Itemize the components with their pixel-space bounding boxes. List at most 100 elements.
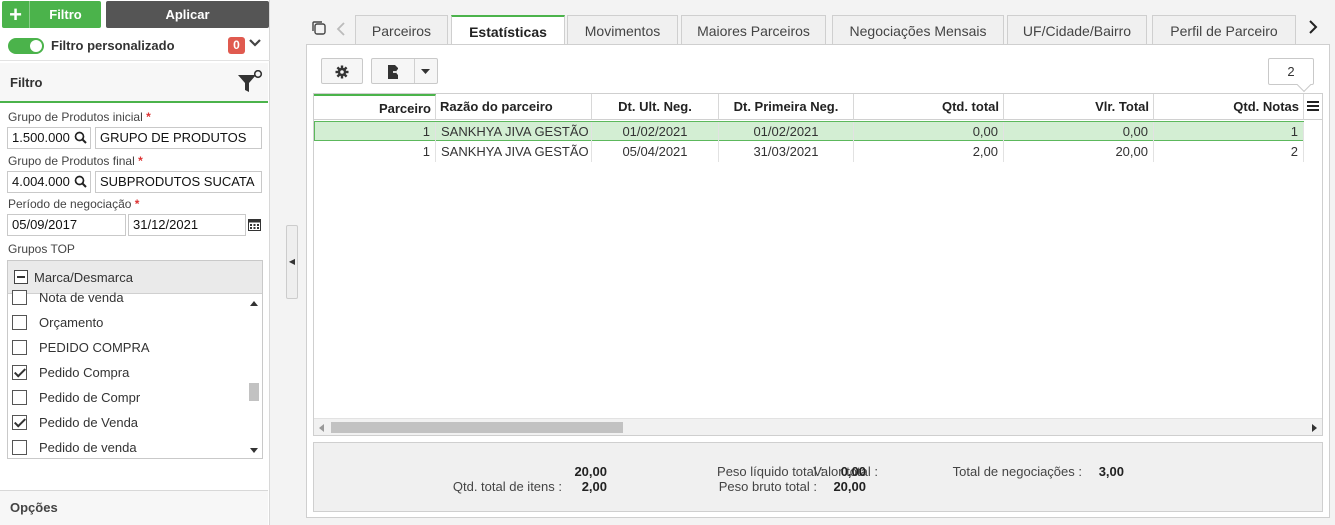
grupo-top-item[interactable]: Pedido de venda [12,435,137,458]
grupo-top-item-label: Pedido Compra [39,365,130,380]
tab-estat-sticas[interactable]: Estatísticas [451,15,565,45]
table-cell: 0,00 [1004,122,1154,142]
export-file-icon [388,65,402,79]
caret-down-icon [421,69,430,74]
table-cell: 01/02/2021 [592,122,719,142]
tab-perfil-de-parceiro[interactable]: Perfil de Parceiro [1152,15,1296,44]
peso-bruto-label: Peso bruto total : [718,479,817,494]
chevron-down-icon[interactable] [248,36,262,53]
table-cell: 1 [314,142,436,162]
filtro-section-header: Filtro [0,63,268,103]
table-cell: 31/03/2021 [719,142,854,162]
checkbox-checked[interactable] [12,365,27,380]
scrollbar-thumb[interactable] [249,383,259,401]
periodo-start-field[interactable]: 05/09/2017 [7,214,126,236]
grupo-final-code-field[interactable]: 4.004.000 [7,171,91,193]
checkbox[interactable] [12,440,27,455]
grupo-inicial-name-field: GRUPO DE PRODUTOS [95,127,262,149]
table-cell: 05/04/2021 [592,142,719,162]
checkbox-checked[interactable] [12,415,27,430]
opcoes-label: Opções [10,500,58,515]
periodo-end-field[interactable]: 31/12/2021 [128,214,246,236]
grid-horizontal-scrollbar[interactable] [314,418,1322,435]
table-cell: SANKHYA JIVA GESTÃO [436,142,592,162]
grupo-top-item-label: Pedido de venda [39,440,137,455]
statistics-grid: Parceiro Razão do parceiro Dt. Ult. Neg. Dt… [313,93,1323,436]
filtro-personalizado-toggle[interactable] [8,37,44,54]
search-icon[interactable] [74,130,87,148]
checkbox[interactable] [12,290,27,305]
grupo-top-item-label: Pedido de Venda [39,415,139,430]
list-scrollbar[interactable] [248,295,260,458]
tab-movimentos[interactable]: Movimentos [567,15,678,44]
column-header[interactable]: Parceiro [314,94,436,120]
peso-liquido-label: Peso líquido total : [717,464,824,479]
peso-liquido-value: 0,00 [840,464,866,479]
grupos-top-label: Grupos TOP [8,242,75,256]
checkbox[interactable] [12,390,27,405]
column-header[interactable]: Qtd. Notas [1154,94,1304,120]
valor-total-value: 20,00 [574,464,607,479]
grupo-top-item[interactable]: Nota de venda [12,285,124,310]
filter-count-badge: 0 [228,37,245,54]
grupo-inicial-code-field[interactable]: 1.500.000 [7,127,91,149]
checkbox[interactable] [12,315,27,330]
chevron-left-icon[interactable] [336,22,346,39]
settings-button[interactable] [321,58,363,84]
tab-parceiros[interactable]: Parceiros [355,15,448,44]
grupo-final-name-field: SUBPRODUTOS SUCATA [95,171,262,193]
grupo-inicial-code: 1.500.000 [12,130,70,145]
filtro-button-label: Filtro [49,7,82,22]
table-cell: SANKHYA JIVA GESTÃO [436,122,592,142]
filter-panel: + Filtro Aplicar Filtro personalizado 0 … [0,0,270,525]
table-cell: 1 [1154,122,1304,142]
tab-negocia-es-mensais[interactable]: Negociações Mensais [832,15,1004,44]
grupo-top-item[interactable]: Orçamento [12,310,103,335]
export-button[interactable] [371,58,438,84]
aplicar-button[interactable]: Aplicar [106,1,269,28]
column-header[interactable]: Razão do parceiro [436,94,592,120]
grupo-top-item[interactable]: Pedido Compra [12,360,129,385]
tab-maiores-parceiros[interactable]: Maiores Parceiros [681,15,826,44]
menu-icon [1307,101,1319,111]
grupo-top-item[interactable]: PEDIDO COMPRA [12,335,150,360]
grupo-inicial-label: Grupo de Produtos inicial * [8,110,151,124]
collapse-panel-button[interactable]: ◀ [286,225,298,299]
table-cell: 1 [314,122,436,142]
grupo-top-item[interactable]: Pedido de Compr [12,385,140,410]
tab-uf-cidade-bairro[interactable]: UF/Cidade/Bairro [1007,15,1147,44]
checkbox[interactable] [12,340,27,355]
plus-icon: + [2,1,30,28]
record-count: 2 [1268,58,1314,85]
grupo-top-item-label: Pedido de Compr [39,390,141,405]
minus-checkbox-icon[interactable] [14,270,28,284]
table-cell: 01/02/2021 [719,122,854,142]
table-cell: 2,00 [854,142,1004,162]
column-menu-button[interactable] [1304,94,1322,120]
chevron-right-icon[interactable] [1308,20,1318,39]
table-cell: 2 [1154,142,1304,162]
gear-icon [335,65,349,79]
column-header[interactable]: Dt. Ult. Neg. [592,94,719,120]
grupo-final-code: 4.004.000 [12,174,70,189]
grupo-top-item[interactable]: Pedido de Venda [12,410,138,435]
calendar-icon[interactable] [248,218,261,234]
copy-window-icon[interactable] [311,20,327,39]
scrollbar-thumb[interactable] [331,422,623,433]
filtro-button[interactable]: + Filtro [2,1,101,28]
column-header[interactable]: Vlr. Total [1004,94,1154,120]
qtd-itens-value: 2,00 [581,479,607,494]
column-header[interactable]: Dt. Primeira Neg. [719,94,854,120]
filtro-personalizado-label: Filtro personalizado [51,38,175,53]
column-header[interactable]: Qtd. total [854,94,1004,120]
grupos-top-list: Marca/Desmarca Nota de venda Orçamento PED… [7,260,263,459]
grupo-top-item-label: Nota de venda [39,290,124,305]
total-negociacoes-value: 3,00 [1098,464,1124,479]
opcoes-section[interactable]: Opções [0,490,268,525]
funnel-settings-icon[interactable] [237,69,263,99]
grupo-top-item-label: PEDIDO COMPRA [39,340,150,355]
table-cell: 20,00 [1004,142,1154,162]
search-icon[interactable] [74,174,87,192]
qtd-itens-label: Qtd. total de itens : [452,479,562,494]
periodo-label: Período de negociação * [8,197,140,211]
